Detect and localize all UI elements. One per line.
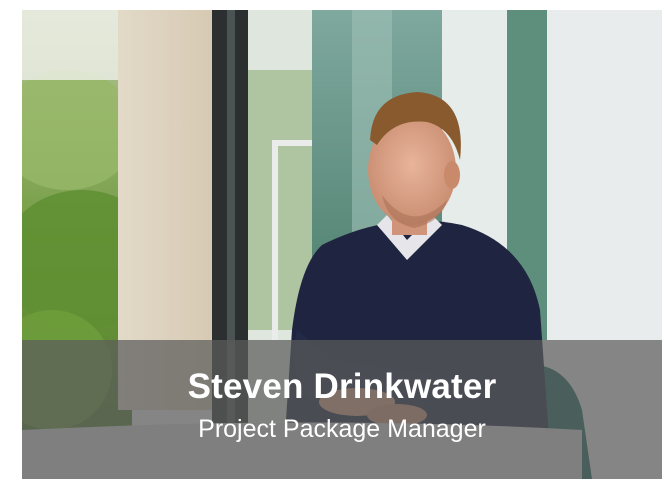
person-name: Steven Drinkwater bbox=[187, 367, 497, 406]
profile-card[interactable]: Steven Drinkwater Project Package Manage… bbox=[22, 10, 662, 479]
person-job-title: Project Package Manager bbox=[198, 415, 486, 443]
caption-overlay: Steven Drinkwater Project Package Manage… bbox=[22, 340, 662, 479]
